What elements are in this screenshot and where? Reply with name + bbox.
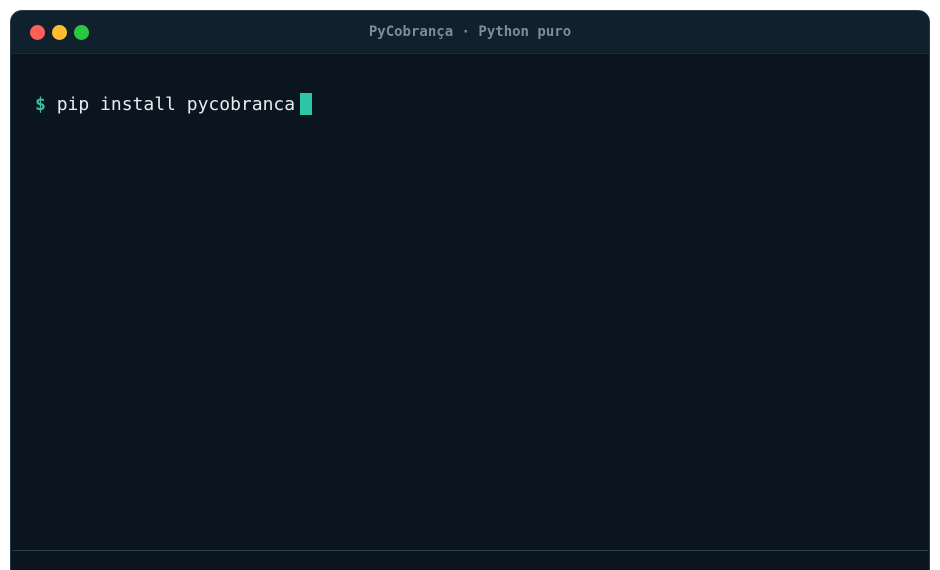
command-text: pip install pycobranca (57, 94, 295, 115)
command-line: $ pip install pycobranca (35, 92, 312, 116)
prompt-symbol: $ (35, 94, 46, 115)
terminal-body[interactable]: $ pip install pycobranca (11, 54, 929, 570)
terminal-window: PyCobrança · Python puro $ pip install p… (10, 10, 930, 570)
title-bar[interactable]: PyCobrança · Python puro (11, 11, 929, 54)
window-title: PyCobrança · Python puro (11, 11, 929, 53)
bottom-divider (12, 550, 928, 551)
text-cursor (300, 93, 312, 115)
